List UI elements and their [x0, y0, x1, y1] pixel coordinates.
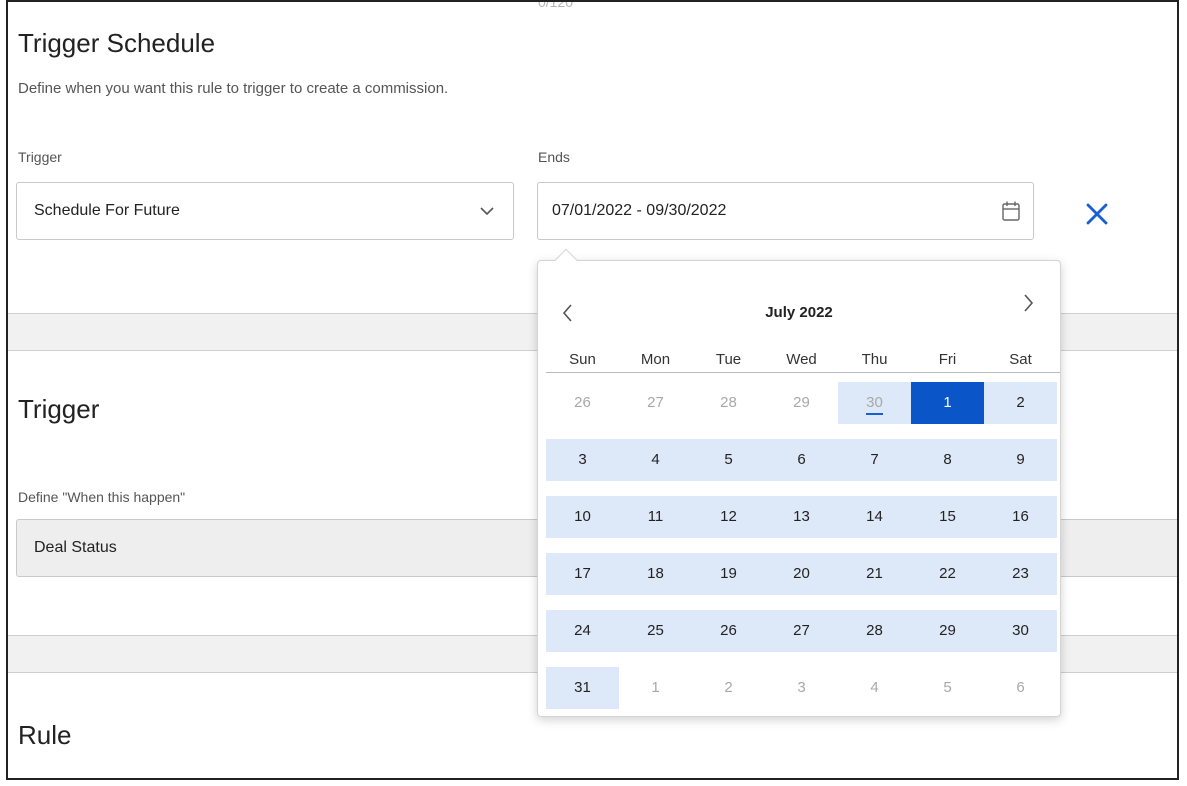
calendar-week-row: 31 1 2 3 4 5 6: [546, 667, 1060, 709]
calendar-day[interactable]: 4: [838, 667, 911, 709]
calendar-day[interactable]: 21: [838, 553, 911, 595]
character-counter: 0/120: [538, 0, 574, 10]
calendar-day[interactable]: 26: [546, 382, 619, 424]
weekday-label: Sat: [1009, 351, 1032, 368]
calendar-week-row: 17 18 19 20 21 22 23: [546, 553, 1060, 595]
calendar-day[interactable]: 28: [838, 610, 911, 652]
calendar-day[interactable]: 10: [546, 496, 619, 538]
calendar-day[interactable]: 30: [984, 610, 1057, 652]
weekday-label: Fri: [938, 351, 957, 368]
calendar-day[interactable]: 17: [546, 553, 619, 595]
calendar-day[interactable]: 30: [838, 382, 911, 424]
calendar-day[interactable]: 18: [619, 553, 692, 595]
calendar-day[interactable]: 9: [984, 439, 1057, 481]
close-icon[interactable]: [1084, 201, 1110, 227]
calendar-day[interactable]: 4: [619, 439, 692, 481]
weekday-label: Tue: [715, 351, 742, 368]
date-range-picker-popup: July 2022 Sun Mon Tue Wed Thu Fri Sat 26 27 28 29…: [537, 248, 1061, 717]
calendar-day[interactable]: 22: [911, 553, 984, 595]
trigger-label: Trigger: [18, 149, 62, 165]
calendar-day[interactable]: 19: [692, 553, 765, 595]
calendar-day[interactable]: 16: [984, 496, 1057, 538]
calendar-day[interactable]: 2: [692, 667, 765, 709]
weekday-label: Sun: [569, 351, 596, 368]
calendar-day[interactable]: 2: [984, 382, 1057, 424]
trigger-schedule-description: Define when you want this rule to trigge…: [18, 80, 449, 97]
calendar-day[interactable]: 25: [619, 610, 692, 652]
calendar-icon[interactable]: [1001, 200, 1021, 222]
calendar-day[interactable]: 8: [911, 439, 984, 481]
weekday-label: Mon: [640, 351, 671, 368]
trigger-select-value: Schedule For Future: [34, 202, 180, 219]
calendar-day[interactable]: 6: [765, 439, 838, 481]
calendar-day[interactable]: 1: [911, 382, 984, 424]
calendar-day[interactable]: 26: [692, 610, 765, 652]
calendar-day[interactable]: 12: [692, 496, 765, 538]
calendar-week-row: 24 25 26 27 28 29 30: [546, 610, 1060, 652]
calendar-day[interactable]: 3: [765, 667, 838, 709]
calendar-day[interactable]: 24: [546, 610, 619, 652]
weekday-header-row: Sun Mon Tue Wed Thu Fri Sat: [546, 349, 1060, 373]
calendar-day[interactable]: 11: [619, 496, 692, 538]
calendar-day[interactable]: 27: [619, 382, 692, 424]
ends-label: Ends: [538, 149, 570, 165]
deal-status-value: Deal Status: [34, 539, 117, 556]
calendar-day[interactable]: 3: [546, 439, 619, 481]
weekday-label: Wed: [786, 351, 817, 368]
calendar-day[interactable]: 14: [838, 496, 911, 538]
define-when-label: Define "When this happen": [18, 489, 186, 505]
trigger-heading: Trigger: [18, 394, 100, 424]
calendar-day[interactable]: 23: [984, 553, 1057, 595]
calendar-day[interactable]: 20: [765, 553, 838, 595]
chevron-right-icon[interactable]: [1018, 291, 1038, 315]
calendar-day[interactable]: 31: [546, 667, 619, 709]
calendar-day[interactable]: 28: [692, 382, 765, 424]
calendar-week-row: 10 11 12 13 14 15 16: [546, 496, 1060, 538]
calendar-day[interactable]: 29: [765, 382, 838, 424]
calendar-month-label: July 2022: [765, 304, 833, 321]
rule-heading: Rule: [18, 720, 72, 750]
calendar-day[interactable]: 13: [765, 496, 838, 538]
trigger-schedule-heading: Trigger Schedule: [18, 28, 216, 58]
calendar-day[interactable]: 29: [911, 610, 984, 652]
calendar-day[interactable]: 7: [838, 439, 911, 481]
calendar-day[interactable]: 27: [765, 610, 838, 652]
calendar-day[interactable]: 5: [692, 439, 765, 481]
calendar-day[interactable]: 6: [984, 667, 1057, 709]
app-frame: 0/120 Trigger Schedule Define when you w…: [6, 0, 1179, 780]
ends-date-range-input[interactable]: 07/01/2022 - 09/30/2022: [537, 182, 1034, 240]
calendar-day[interactable]: 15: [911, 496, 984, 538]
trigger-select[interactable]: Schedule For Future: [16, 182, 514, 240]
popup-arrow: [554, 248, 578, 272]
calendar-day[interactable]: 1: [619, 667, 692, 709]
chevron-down-icon[interactable]: [479, 203, 495, 219]
calendar-week-row: 26 27 28 29 30 1 2: [546, 382, 1060, 424]
calendar-week-row: 3456789: [546, 439, 1060, 481]
weekday-label: Thu: [861, 351, 888, 368]
calendar-day[interactable]: 5: [911, 667, 984, 709]
ends-date-range-value: 07/01/2022 - 09/30/2022: [552, 202, 727, 219]
